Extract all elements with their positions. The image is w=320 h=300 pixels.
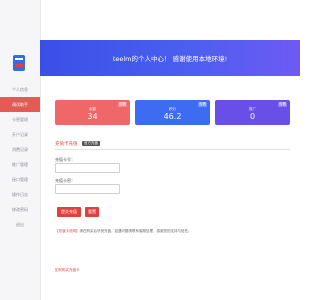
- note-text: 请在购买后尽快充值，如遇问题请联系客服处理，感谢您的支持与信任。: [79, 229, 192, 233]
- sidebar-item-api[interactable]: 接口管理: [0, 172, 40, 187]
- sidebar-item-logs[interactable]: 操作日志: [0, 187, 40, 202]
- sidebar-item-promotion[interactable]: 推广管理: [0, 157, 40, 172]
- sidebar-item-profile[interactable]: 个人信息: [0, 82, 40, 97]
- card-password-input[interactable]: [55, 184, 120, 194]
- recharge-note: 【充值卡说明】请在购买后尽快充值，如遇问题请联系客服处理，感谢您的支持与信任。: [55, 229, 290, 234]
- section-title: 充值卡充值: [55, 142, 78, 147]
- sidebar-item-cards[interactable]: 卡密管理: [0, 112, 40, 127]
- sidebar-item-password[interactable]: 修改密码: [0, 202, 40, 217]
- reset-button[interactable]: 重置: [85, 207, 99, 217]
- card-value: 46.2: [163, 112, 182, 121]
- header-banner: teelm的个人中心！ 感谢使用本地环境!: [40, 40, 300, 76]
- card-value: 0: [249, 112, 256, 121]
- stat-card-promotion[interactable]: 查看 推广 0: [215, 100, 290, 125]
- note-prefix: 【充值卡说明】: [55, 229, 80, 233]
- sidebar-item-spending[interactable]: 消费记录: [0, 142, 40, 157]
- sidebar-item-debug[interactable]: 调试助手: [0, 97, 40, 112]
- page-title: teelm的个人中心！ 感谢使用本地环境!: [112, 55, 228, 63]
- stat-card-balance[interactable]: 查看 余额 34: [55, 100, 130, 125]
- stat-card-points[interactable]: 查看 积分 46.2: [135, 100, 210, 125]
- sidebar-menu: 个人信息 调试助手 卡密管理 开户记录 消费记录 推广管理 接口管理 操作日志 …: [0, 82, 40, 232]
- card-number-input[interactable]: [55, 163, 120, 173]
- submit-card-button[interactable]: 提交充值卡: [57, 207, 81, 224]
- section-tag-badge: 官方充值: [82, 141, 100, 146]
- card-value: 34: [87, 112, 98, 121]
- section-divider: [55, 149, 290, 150]
- sidebar-item-records[interactable]: 开户记录: [0, 127, 40, 142]
- sidebar-item-logout[interactable]: 退出: [0, 217, 40, 232]
- app-logo-icon: [13, 55, 25, 71]
- buy-card-link[interactable]: 如何购买充值卡: [55, 268, 80, 273]
- sidebar: 个人信息 调试助手 卡密管理 开户记录 消费记录 推广管理 接口管理 操作日志 …: [0, 0, 41, 300]
